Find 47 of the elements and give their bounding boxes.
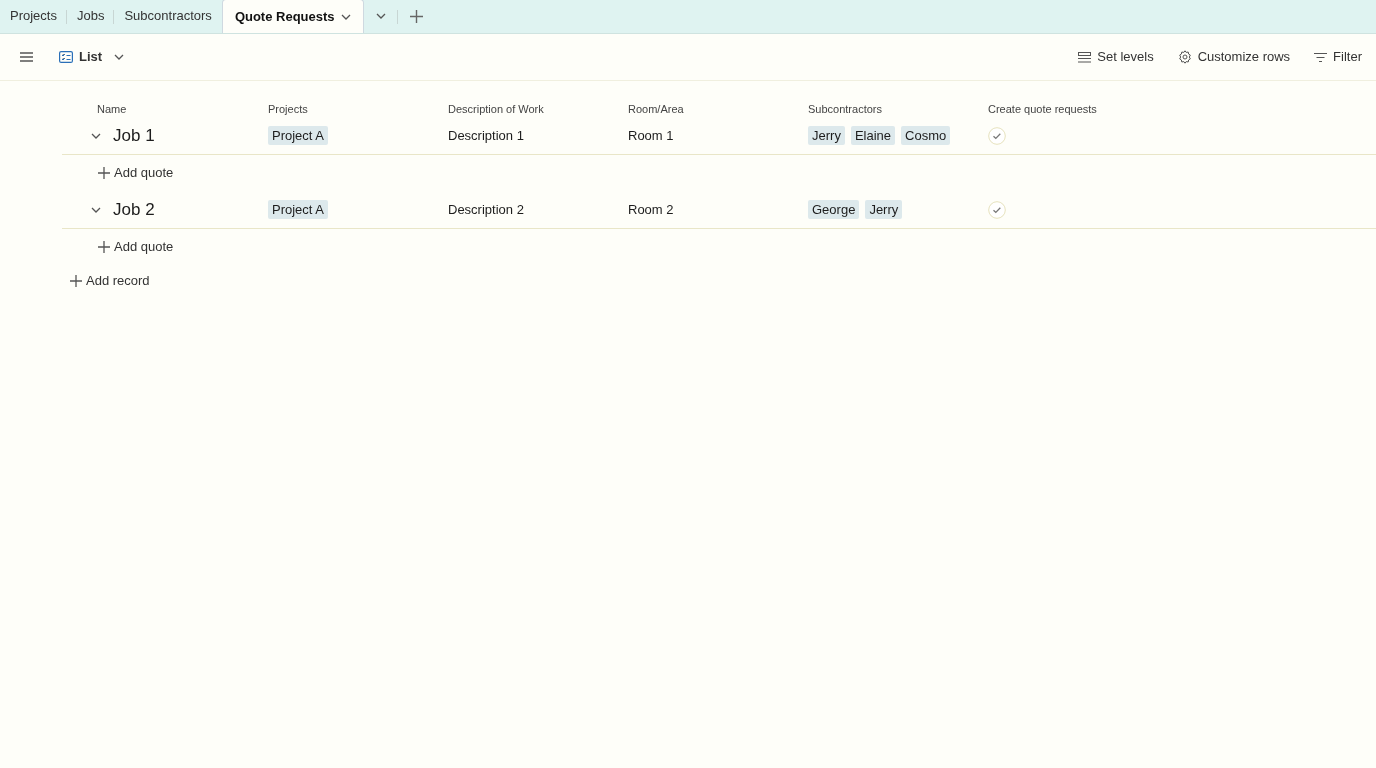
- column-header: Name: [96, 102, 128, 117]
- chevron-down-icon: [91, 132, 101, 139]
- settings-icon: [1177, 50, 1192, 64]
- tab[interactable]: Jobs: [66, 0, 115, 33]
- check-circle-icon[interactable]: [988, 201, 1006, 220]
- column-header: Projects: [268, 102, 309, 117]
- table-cell: Description 2: [448, 201, 524, 217]
- record-title: Job 1: [113, 124, 155, 147]
- toolbar-button[interactable]: Customize rows: [1177, 47, 1291, 67]
- chevron-down-icon: [114, 54, 125, 60]
- add-quote-button[interactable]: Add quote: [98, 229, 174, 265]
- plus-icon: [70, 275, 82, 287]
- table-cell: Description 1: [448, 127, 524, 143]
- subcontractor-tag: Elaine: [850, 125, 896, 145]
- plus-icon: [409, 9, 423, 23]
- list-lines-icon: [1078, 51, 1092, 63]
- view-selector[interactable]: List: [59, 47, 125, 67]
- check-circle-icon[interactable]: [988, 127, 1006, 146]
- column-header: Create quote requests: [988, 102, 1098, 117]
- column-header: Description of Work: [448, 102, 545, 117]
- column-header: Subcontractors: [808, 102, 883, 117]
- subcontractor-tag: Jerry: [808, 125, 845, 145]
- chevron-down-icon: [91, 206, 101, 213]
- tab[interactable]: Projects: [0, 0, 67, 33]
- plus-icon: [98, 167, 110, 179]
- table-cell: Room 2: [628, 201, 674, 217]
- record-title: Job 2: [113, 198, 155, 221]
- filter-icon: [1314, 52, 1328, 62]
- chevron-down-icon: [375, 13, 386, 19]
- add-record-button[interactable]: Add record: [70, 265, 150, 297]
- column-header: Room/Area: [628, 102, 685, 117]
- toolbar-button[interactable]: Filter: [1314, 47, 1362, 67]
- subcontractor-tag: Cosmo: [901, 125, 951, 145]
- tab[interactable]: Quote Requests: [221, 0, 364, 33]
- project-tag: Project A: [268, 125, 329, 145]
- menu-icon: [20, 52, 33, 62]
- subcontractor-tag: George: [808, 199, 860, 219]
- project-tag: Project A: [268, 199, 329, 219]
- plus-icon: [98, 241, 110, 253]
- checklist-icon: [59, 51, 73, 63]
- add-quote-button[interactable]: Add quote: [98, 155, 174, 191]
- subcontractor-tag: Jerry: [865, 199, 903, 219]
- tab[interactable]: Subcontractors: [114, 0, 222, 33]
- chevron-down-icon: [340, 13, 351, 20]
- toolbar-button[interactable]: Set levels: [1078, 47, 1154, 67]
- table-cell: Room 1: [628, 127, 674, 143]
- menu-button[interactable]: [20, 52, 33, 62]
